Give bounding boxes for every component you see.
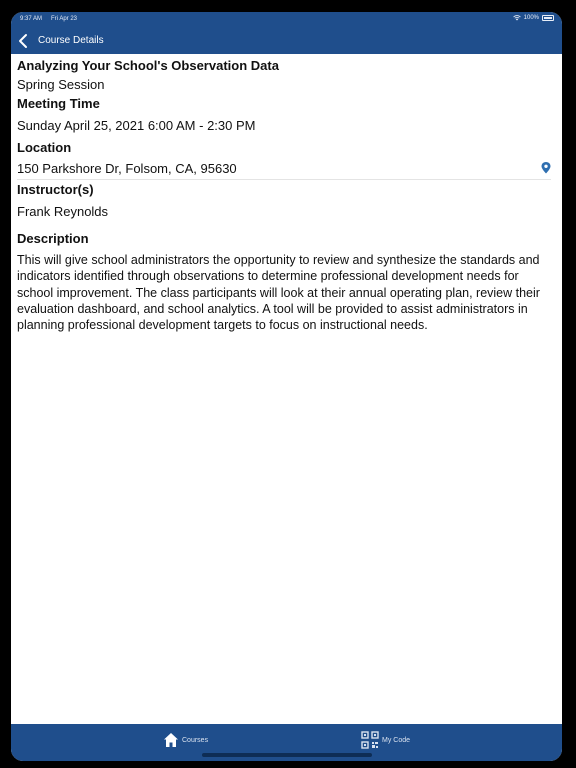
course-details: Analyzing Your School's Observation Data… xyxy=(11,54,562,724)
qr-code-icon xyxy=(361,731,379,749)
location-value: 150 Parkshore Dr, Folsom, CA, 95630 xyxy=(17,161,237,176)
instructor-name: Frank Reynolds xyxy=(17,204,109,219)
location-heading: Location xyxy=(17,140,72,155)
tab-my-code[interactable]: My Code xyxy=(361,730,410,750)
home-icon xyxy=(164,733,178,747)
wifi-icon xyxy=(512,15,521,21)
meeting-time-heading: Meeting Time xyxy=(17,96,100,111)
status-right: 100% xyxy=(512,15,554,21)
course-title: Analyzing Your School's Observation Data xyxy=(17,58,279,73)
status-date: Fri Apr 23 xyxy=(51,16,78,22)
home-indicator xyxy=(202,753,372,757)
instructors-heading: Instructor(s) xyxy=(17,182,94,197)
battery-icon xyxy=(542,15,554,21)
meeting-time-value: Sunday April 25, 2021 6:00 AM - 2:30 PM xyxy=(17,118,256,133)
nav-bar: Course Details xyxy=(11,29,562,53)
map-pin-icon[interactable] xyxy=(541,162,551,174)
header: 9:37 AM Fri Apr 23 100% Course Details xyxy=(11,12,562,54)
back-button[interactable] xyxy=(15,32,33,50)
battery-percent: 100% xyxy=(523,15,539,21)
tab-courses[interactable]: Courses xyxy=(163,730,208,750)
screen: 9:37 AM Fri Apr 23 100% Course Details A… xyxy=(11,12,562,761)
status-time: 9:37 AM xyxy=(20,16,43,22)
tab-courses-label: Courses xyxy=(182,736,209,744)
status-bar: 9:37 AM Fri Apr 23 100% xyxy=(11,12,562,26)
tab-bar: Courses My Code xyxy=(11,724,562,761)
description-text: This will give school administrators the… xyxy=(17,253,540,333)
page-title: Course Details xyxy=(38,35,104,46)
device: 9:37 AM Fri Apr 23 100% Course Details A… xyxy=(0,0,576,768)
location-row[interactable]: 150 Parkshore Dr, Folsom, CA, 95630 xyxy=(17,160,551,180)
tab-my-code-label: My Code xyxy=(382,736,411,744)
course-session: Spring Session xyxy=(17,77,105,92)
description-heading: Description xyxy=(17,231,89,246)
